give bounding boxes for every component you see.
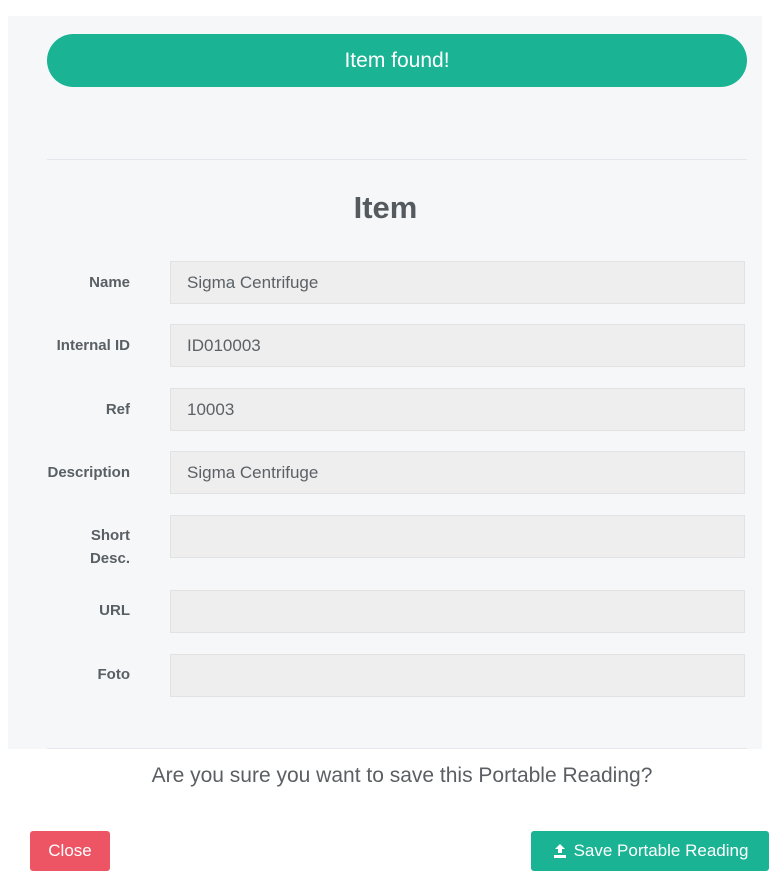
banner-text: Item found! [344, 48, 450, 72]
item-found-banner: Item found! [47, 34, 747, 87]
short-desc-label: Short Desc. [0, 524, 130, 570]
short-desc-label-line1: Short [90, 527, 130, 544]
section-title: Item [353, 190, 418, 225]
ref-field[interactable]: 10003 [170, 388, 745, 431]
internal-id-field[interactable]: ID010003 [170, 324, 745, 367]
close-button-label: Close [48, 841, 92, 860]
description-field[interactable]: Sigma Centrifuge [170, 451, 745, 494]
url-field[interactable] [170, 590, 745, 633]
internal-id-label: Internal ID [56, 337, 130, 354]
description-label: Description [47, 464, 130, 481]
foto-field[interactable] [170, 654, 745, 697]
short-desc-label-line2: Desc. [89, 550, 130, 567]
upload-icon [552, 843, 568, 859]
close-button[interactable]: Close [30, 831, 110, 871]
name-label: Name [89, 274, 130, 291]
save-portable-reading-button[interactable]: Save Portable Reading [531, 831, 769, 871]
ref-label: Ref [105, 401, 130, 418]
name-field[interactable]: Sigma Centrifuge [170, 261, 745, 304]
bottom-divider [47, 748, 747, 749]
top-divider [47, 159, 747, 160]
item-panel [8, 16, 762, 749]
confirm-question: Are you sure you want to save this Porta… [151, 764, 653, 787]
url-label: URL [99, 602, 130, 619]
short-desc-field[interactable] [170, 515, 745, 558]
foto-label: Foto [97, 666, 130, 683]
save-button-label: Save Portable Reading [573, 841, 749, 860]
